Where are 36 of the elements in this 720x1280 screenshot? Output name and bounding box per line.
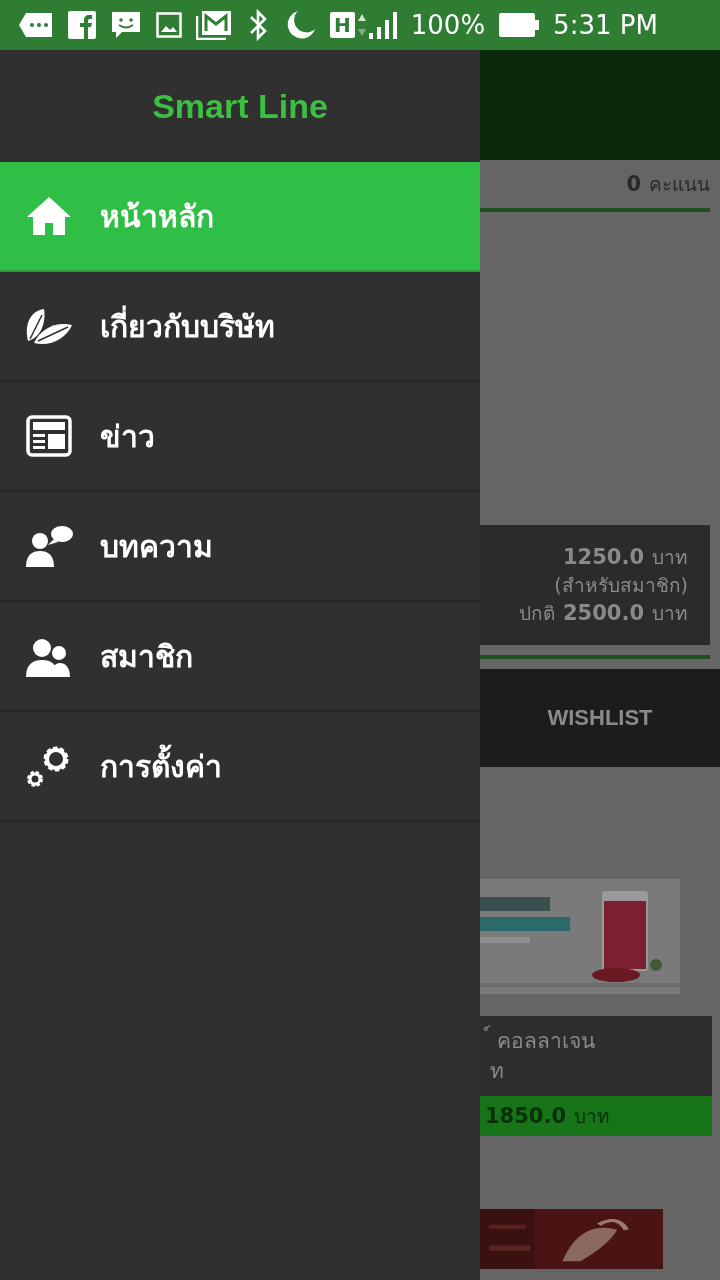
- currency-unit: บาท: [652, 545, 688, 570]
- wishlist-tab[interactable]: WISHLIST: [547, 705, 653, 731]
- menu-item-label: บทความ: [100, 527, 213, 566]
- battery-percent: 100%: [410, 10, 486, 40]
- image-icon: [156, 12, 182, 38]
- menu-item-label: การตั้งค่า: [100, 742, 222, 790]
- menu-item[interactable]: สมาชิก: [0, 602, 480, 712]
- menu-item-label: ข่าว: [100, 417, 155, 456]
- currency-unit: บาท: [574, 1104, 611, 1129]
- menu-item-label: เกี่ยวกับบริษัท: [100, 302, 275, 350]
- product-name: ์ คอลลาเจน: [480, 1026, 712, 1056]
- signal-icon: [368, 11, 397, 39]
- product-price: 1850.0: [485, 1104, 567, 1128]
- member-note: (สำหรับสมาชิก): [554, 573, 688, 598]
- data-arrows-icon: [356, 12, 367, 38]
- facebook-icon: [68, 11, 96, 39]
- menu-item-label: สมาชิก: [100, 637, 193, 676]
- network-type-badge: H: [330, 12, 355, 38]
- menu-item[interactable]: ข่าว: [0, 382, 480, 492]
- points-value: 0: [626, 172, 641, 196]
- normal-price-label: ปกติ: [518, 601, 555, 626]
- chat-icon: [110, 10, 142, 40]
- normal-price: 2500.0: [562, 600, 644, 627]
- points-label: คะแนน: [649, 172, 710, 197]
- message-icon: [18, 12, 54, 38]
- product-name: ท: [489, 1058, 505, 1085]
- clock-time: 5:31 PM: [553, 10, 658, 40]
- currency-unit: บาท: [652, 601, 688, 626]
- menu-item[interactable]: บทความ: [0, 492, 480, 602]
- app-title: Smart Line: [152, 86, 328, 126]
- member-price: 1250.0: [562, 544, 644, 571]
- battery-icon: [499, 13, 540, 37]
- menu-item[interactable]: การตั้งค่า: [0, 712, 480, 822]
- menu-item[interactable]: เกี่ยวกับบริษัท: [0, 272, 480, 382]
- menu-item-label: หน้าหลัก: [100, 197, 214, 236]
- mail-icon: [196, 10, 232, 40]
